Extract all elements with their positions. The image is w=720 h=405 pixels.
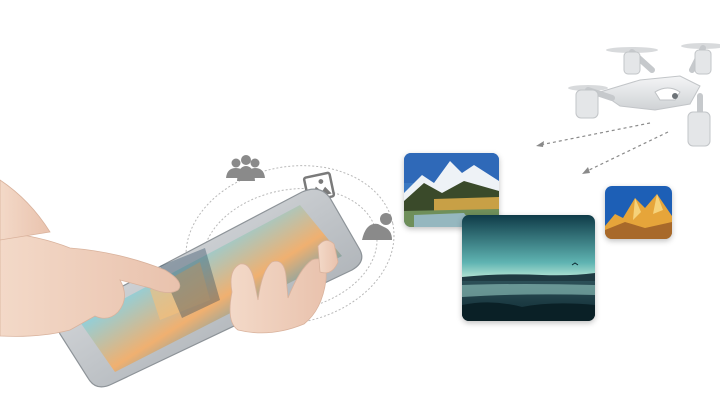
photo-golden-peaks[interactable] <box>605 186 672 239</box>
user-icon <box>362 213 392 240</box>
signal-arrowheads <box>536 141 590 174</box>
drone-icon <box>568 43 720 147</box>
sunset-lake-image <box>462 215 595 321</box>
signal-lines <box>539 122 669 173</box>
photo-sunset-lake[interactable] <box>462 215 595 321</box>
golden-peaks-image <box>605 186 672 239</box>
users-icon <box>226 155 265 181</box>
